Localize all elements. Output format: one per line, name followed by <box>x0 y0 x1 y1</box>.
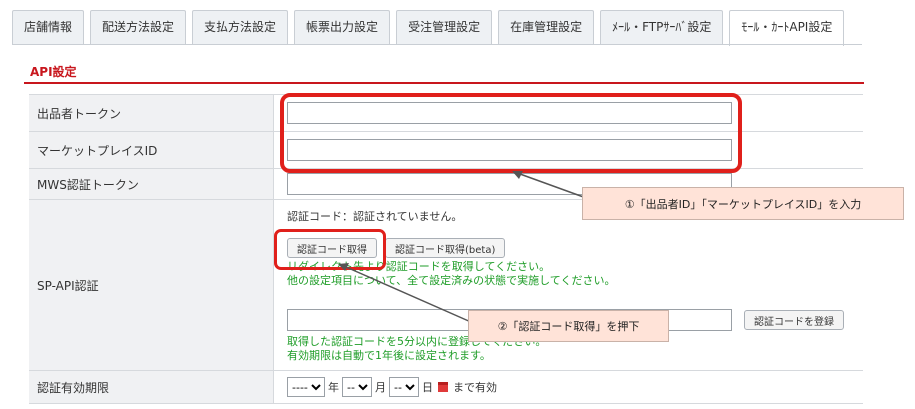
arrow-line-2 <box>345 266 481 327</box>
callout-step-2: ②「認証コード取得」を押下 <box>468 310 669 342</box>
callout-step-1: ①「出品者ID」「マーケットプレイスID」を入力 <box>582 187 904 220</box>
